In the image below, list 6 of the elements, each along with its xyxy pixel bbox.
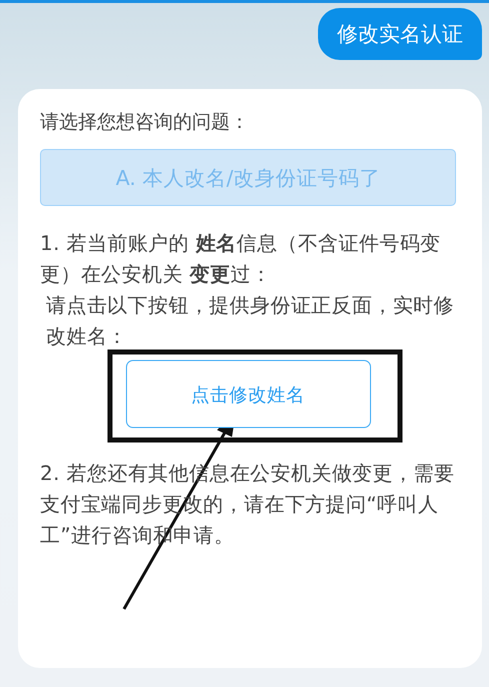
instruction-text: 请点击以下按钮，提供身份证正反面，实时修改姓名： [45, 292, 455, 350]
message-bubble: 修改实名认证 [318, 8, 482, 60]
edit-name-button[interactable]: 点击修改姓名 [126, 360, 370, 428]
question-prompt: 请选择您想咨询的问题： [40, 110, 250, 135]
option-button[interactable]: A. 本人改名/改身份证号码了 [40, 149, 456, 206]
instruction-text: 1. 若当前账户的 姓名信息（不含证件号码变更）在公安机关 变更过： [40, 230, 442, 288]
